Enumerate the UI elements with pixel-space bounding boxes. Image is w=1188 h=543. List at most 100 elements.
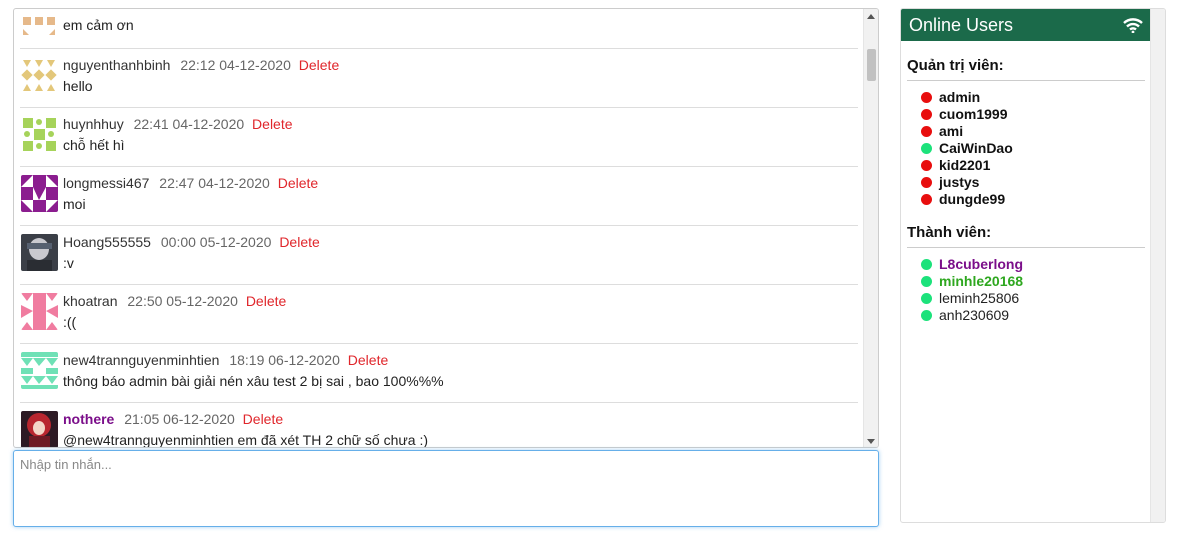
message-username[interactable]: nothere bbox=[63, 411, 114, 427]
message-text: :v bbox=[63, 255, 74, 271]
message-meta: nguyenthanhbinh 22:12 04-12-2020 Delete bbox=[63, 57, 339, 73]
online-username[interactable]: dungde99 bbox=[939, 191, 1005, 207]
status-dot-icon bbox=[921, 310, 932, 321]
message-time: 22:41 04-12-2020 bbox=[133, 116, 245, 132]
message-text: em cảm ơn bbox=[63, 17, 134, 33]
chat-scrollbar[interactable] bbox=[863, 9, 878, 447]
message-username[interactable]: khoatran bbox=[63, 293, 117, 309]
message-time: 18:19 06-12-2020 bbox=[229, 352, 340, 368]
status-dot-icon bbox=[921, 177, 932, 188]
avatar[interactable] bbox=[21, 234, 58, 271]
message-meta: new4trannguyenminhtien 18:19 06-12-2020 … bbox=[63, 352, 388, 368]
message-time: 22:12 04-12-2020 bbox=[180, 57, 291, 73]
avatar[interactable] bbox=[21, 411, 58, 447]
chat-message: nothere 21:05 06-12-2020 Delete @new4tra… bbox=[20, 403, 858, 448]
message-text: chỗ hết hì bbox=[63, 137, 125, 153]
scroll-up-arrow-icon[interactable] bbox=[867, 14, 875, 19]
status-dot-icon bbox=[921, 109, 932, 120]
status-dot-icon bbox=[921, 293, 932, 304]
members-section-title: Thành viên: bbox=[907, 224, 992, 241]
message-meta: khoatran 22:50 05-12-2020 Delete bbox=[63, 293, 286, 309]
divider bbox=[907, 80, 1145, 81]
online-username[interactable]: leminh25806 bbox=[939, 290, 1019, 306]
online-users-title: Online Users bbox=[909, 15, 1014, 35]
message-text: moi bbox=[63, 196, 86, 212]
scroll-thumb[interactable] bbox=[867, 49, 876, 81]
online-username[interactable]: CaiWinDao bbox=[939, 140, 1013, 156]
message-time: 00:00 05-12-2020 bbox=[160, 234, 272, 250]
message-meta: huynhhuy 22:41 04-12-2020 Delete bbox=[63, 116, 293, 132]
divider bbox=[907, 247, 1145, 248]
message-text: :(( bbox=[63, 314, 77, 330]
status-dot-icon bbox=[921, 126, 932, 137]
chat-message: khoatran 22:50 05-12-2020 Delete :(( bbox=[20, 285, 858, 344]
chat-panel: em cảm ơn nguyenthanhbinh 22:12 04-12-20… bbox=[13, 8, 879, 448]
online-username[interactable]: anh230609 bbox=[939, 307, 1009, 323]
online-username[interactable]: ami bbox=[939, 123, 963, 139]
avatar[interactable] bbox=[21, 352, 58, 389]
delete-link[interactable]: Delete bbox=[279, 234, 319, 250]
status-dot-icon bbox=[921, 259, 932, 270]
status-dot-icon bbox=[921, 194, 932, 205]
online-users-scrollbar[interactable] bbox=[1150, 9, 1165, 522]
avatar[interactable] bbox=[21, 116, 58, 153]
delete-link[interactable]: Delete bbox=[278, 175, 318, 191]
online-user-item[interactable]: justys bbox=[921, 174, 979, 191]
online-user-item[interactable]: leminh25806 bbox=[921, 290, 1019, 307]
delete-link[interactable]: Delete bbox=[348, 352, 388, 368]
message-meta: nothere 21:05 06-12-2020 Delete bbox=[63, 411, 283, 427]
online-username[interactable]: cuom1999 bbox=[939, 106, 1007, 122]
online-user-item[interactable]: kid2201 bbox=[921, 157, 990, 174]
admins-section-title: Quản trị viên: bbox=[907, 57, 1004, 74]
chat-message: longmessi467 22:47 04-12-2020 Delete moi bbox=[20, 167, 858, 226]
online-user-item[interactable]: ami bbox=[921, 123, 963, 140]
scroll-down-arrow-icon[interactable] bbox=[867, 439, 875, 444]
status-dot-icon bbox=[921, 92, 932, 103]
delete-link[interactable]: Delete bbox=[246, 293, 286, 309]
online-users-header: Online Users bbox=[901, 9, 1151, 41]
message-username[interactable]: nguyenthanhbinh bbox=[63, 57, 170, 73]
message-input[interactable] bbox=[13, 450, 879, 527]
delete-link[interactable]: Delete bbox=[299, 57, 339, 73]
online-user-item[interactable]: CaiWinDao bbox=[921, 140, 1013, 157]
status-dot-icon bbox=[921, 143, 932, 154]
message-list: em cảm ơn nguyenthanhbinh 22:12 04-12-20… bbox=[14, 9, 864, 448]
message-username[interactable]: longmessi467 bbox=[63, 175, 149, 191]
wifi-icon bbox=[1123, 18, 1143, 33]
avatar[interactable] bbox=[21, 175, 58, 212]
message-meta: longmessi467 22:47 04-12-2020 Delete bbox=[63, 175, 318, 191]
online-user-item[interactable]: anh230609 bbox=[921, 307, 1009, 324]
online-user-item[interactable]: minhle20168 bbox=[921, 273, 1023, 290]
chat-message: em cảm ơn bbox=[20, 9, 858, 49]
status-dot-icon bbox=[921, 160, 932, 171]
message-username[interactable]: new4trannguyenminhtien bbox=[63, 352, 219, 368]
avatar[interactable] bbox=[21, 15, 58, 35]
online-user-item[interactable]: dungde99 bbox=[921, 191, 1005, 208]
online-username[interactable]: admin bbox=[939, 89, 980, 105]
message-username[interactable]: huynhhuy bbox=[63, 116, 124, 132]
delete-link[interactable]: Delete bbox=[252, 116, 292, 132]
online-user-item[interactable]: L8cuberlong bbox=[921, 256, 1023, 273]
chat-message: new4trannguyenminhtien 18:19 06-12-2020 … bbox=[20, 344, 858, 403]
message-text: @new4trannguyenminhtien em đã xét TH 2 c… bbox=[63, 432, 428, 448]
online-username[interactable]: minhle20168 bbox=[939, 273, 1023, 289]
chat-message: nguyenthanhbinh 22:12 04-12-2020 Delete … bbox=[20, 49, 858, 108]
chat-message: Hoang555555 00:00 05-12-2020 Delete :v bbox=[20, 226, 858, 285]
message-text: thông báo admin bài giải nén xâu test 2 … bbox=[63, 373, 444, 389]
online-username[interactable]: L8cuberlong bbox=[939, 256, 1023, 272]
online-users-panel: Online Users Quản trị viên: admin cuom19… bbox=[900, 8, 1166, 523]
status-dot-icon bbox=[921, 276, 932, 287]
online-username[interactable]: justys bbox=[939, 174, 979, 190]
avatar[interactable] bbox=[21, 57, 58, 94]
message-time: 22:47 04-12-2020 bbox=[159, 175, 270, 191]
chat-message: huynhhuy 22:41 04-12-2020 Delete chỗ hết… bbox=[20, 108, 858, 167]
message-username[interactable]: Hoang555555 bbox=[63, 234, 151, 250]
online-user-item[interactable]: cuom1999 bbox=[921, 106, 1007, 123]
message-time: 22:50 05-12-2020 bbox=[127, 293, 238, 309]
online-username[interactable]: kid2201 bbox=[939, 157, 990, 173]
delete-link[interactable]: Delete bbox=[243, 411, 283, 427]
message-meta: Hoang555555 00:00 05-12-2020 Delete bbox=[63, 234, 320, 250]
online-user-item[interactable]: admin bbox=[921, 89, 980, 106]
avatar[interactable] bbox=[21, 293, 58, 330]
message-text: hello bbox=[63, 78, 93, 94]
